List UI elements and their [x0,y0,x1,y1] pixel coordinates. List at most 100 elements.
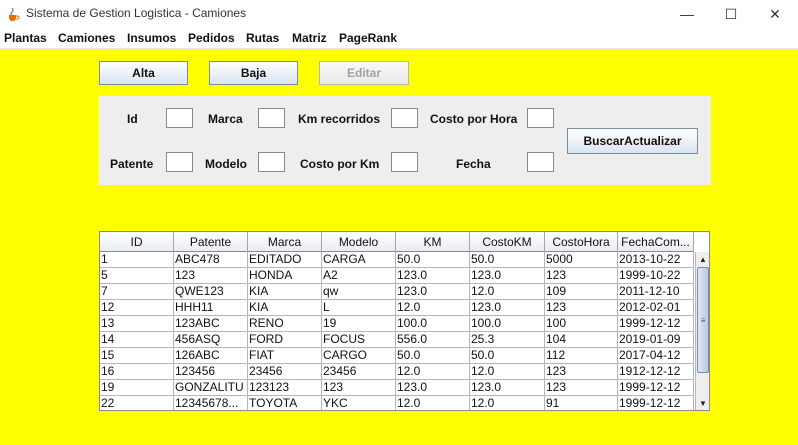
menu-matriz[interactable]: Matriz [292,31,327,45]
table-cell[interactable]: CARGO [322,348,396,364]
table-cell[interactable]: L [322,300,396,316]
table-cell[interactable]: 5 [100,268,174,284]
table-cell[interactable]: YKC [322,396,396,410]
table-cell[interactable]: 123.0 [470,268,545,284]
table-cell[interactable]: ABC478 [174,252,248,268]
id-field[interactable] [166,108,193,128]
table-cell[interactable]: 1 [100,252,174,268]
column-header-km[interactable]: KM [396,232,470,252]
table-cell[interactable]: 19 [100,380,174,396]
table-cell[interactable]: 109 [545,284,618,300]
column-header-patente[interactable]: Patente [174,232,248,252]
table-cell[interactable]: 123 [322,380,396,396]
costo-por-km-field[interactable] [391,152,418,172]
table-cell[interactable]: 12.0 [470,364,545,380]
marca-field[interactable] [258,108,285,128]
table-cell[interactable]: EDITADO [248,252,322,268]
minimize-button[interactable]: — [664,0,710,28]
table-cell[interactable]: 123 [545,380,618,396]
table-cell[interactable]: 123 [545,268,618,284]
table-cell[interactable]: 91 [545,396,618,410]
table-cell[interactable]: 7 [100,284,174,300]
maximize-button[interactable]: ☐ [708,0,754,28]
table-cell[interactable]: 123 [545,364,618,380]
modelo-field[interactable] [258,152,285,172]
table-cell[interactable]: A2 [322,268,396,284]
table-cell[interactable]: 112 [545,348,618,364]
table-cell[interactable]: TOYOTA [248,396,322,410]
table-cell[interactable]: 23456 [248,364,322,380]
table-cell[interactable]: 50.0 [396,348,470,364]
km-recorridos-field[interactable] [391,108,418,128]
table-cell[interactable]: 2019-01-09 [618,332,694,348]
table-cell[interactable]: 1999-12-12 [618,316,694,332]
fecha-field[interactable] [527,152,554,172]
table-cell[interactable]: 13 [100,316,174,332]
close-button[interactable]: ✕ [752,0,798,28]
vertical-scrollbar[interactable]: ▲ ≡ ▼ [695,252,709,410]
table-row[interactable]: 19 GONZALITU 123123 123 123.0 123.0 123 1999-12… [100,380,694,396]
table-cell[interactable]: 100.0 [470,316,545,332]
table-cell[interactable]: 104 [545,332,618,348]
table-cell[interactable]: 2017-04-12 [618,348,694,364]
table-cell[interactable]: 123456 [174,364,248,380]
menu-insumos[interactable]: Insumos [127,31,176,45]
table-cell[interactable]: qw [322,284,396,300]
table-cell[interactable]: 123.0 [470,300,545,316]
table-cell[interactable]: 2011-12-10 [618,284,694,300]
table-cell[interactable]: 12.0 [396,300,470,316]
table-cell[interactable]: 12.0 [470,396,545,410]
table-cell[interactable]: 556.0 [396,332,470,348]
table-row[interactable]: 15 126ABC FIAT CARGO 50.0 50.0 112 2017-04-12 [100,348,694,364]
patente-field[interactable] [166,152,193,172]
table-cell[interactable]: 12.0 [470,284,545,300]
table-cell[interactable]: 22 [100,396,174,410]
editar-button[interactable]: Editar [319,61,409,85]
table-cell[interactable]: HHH11 [174,300,248,316]
table-cell[interactable]: 123.0 [396,268,470,284]
table-cell[interactable]: 456ASQ [174,332,248,348]
table-cell[interactable]: GONZALITU [174,380,248,396]
camiones-table[interactable]: ID Patente Marca Modelo KM CostoKM Costo… [99,231,710,411]
table-cell[interactable]: 123.0 [470,380,545,396]
column-header-marca[interactable]: Marca [248,232,322,252]
menu-plantas[interactable]: Plantas [4,31,47,45]
scroll-up-icon[interactable]: ▲ [696,252,709,266]
column-header-costokm[interactable]: CostoKM [470,232,545,252]
table-cell[interactable]: 126ABC [174,348,248,364]
table-cell[interactable]: 1999-12-12 [618,380,694,396]
table-cell[interactable]: RENO [248,316,322,332]
table-cell[interactable]: 19 [322,316,396,332]
alta-button[interactable]: Alta [99,61,188,85]
table-cell[interactable]: CARGA [322,252,396,268]
table-cell[interactable]: KIA [248,300,322,316]
scroll-down-icon[interactable]: ▼ [696,396,709,410]
baja-button[interactable]: Baja [209,61,298,85]
table-cell[interactable]: 1999-10-22 [618,268,694,284]
table-cell[interactable]: FORD [248,332,322,348]
table-cell[interactable]: 123ABC [174,316,248,332]
buscar-actualizar-button[interactable]: BuscarActualizar [567,128,698,154]
table-cell[interactable]: 50.0 [396,252,470,268]
table-cell[interactable]: 100 [545,316,618,332]
table-cell[interactable]: 5000 [545,252,618,268]
table-cell[interactable]: HONDA [248,268,322,284]
costo-por-hora-field[interactable] [527,108,554,128]
scroll-thumb[interactable]: ≡ [697,267,709,373]
table-cell[interactable]: 25.3 [470,332,545,348]
table-cell[interactable]: 23456 [322,364,396,380]
table-cell[interactable]: 12.0 [396,364,470,380]
table-cell[interactable]: 100.0 [396,316,470,332]
table-cell[interactable]: 14 [100,332,174,348]
table-cell[interactable]: FOCUS [322,332,396,348]
menu-camiones[interactable]: Camiones [58,31,115,45]
column-header-modelo[interactable]: Modelo [322,232,396,252]
table-row[interactable]: 22 12345678... TOYOTA YKC 12.0 12.0 91 1999-12-… [100,396,694,410]
table-cell[interactable]: 12345678... [174,396,248,410]
menu-rutas[interactable]: Rutas [246,31,279,45]
table-cell[interactable]: KIA [248,284,322,300]
table-cell[interactable]: 12.0 [396,396,470,410]
table-cell[interactable]: 50.0 [470,348,545,364]
table-cell[interactable]: 12 [100,300,174,316]
table-cell[interactable]: 16 [100,364,174,380]
